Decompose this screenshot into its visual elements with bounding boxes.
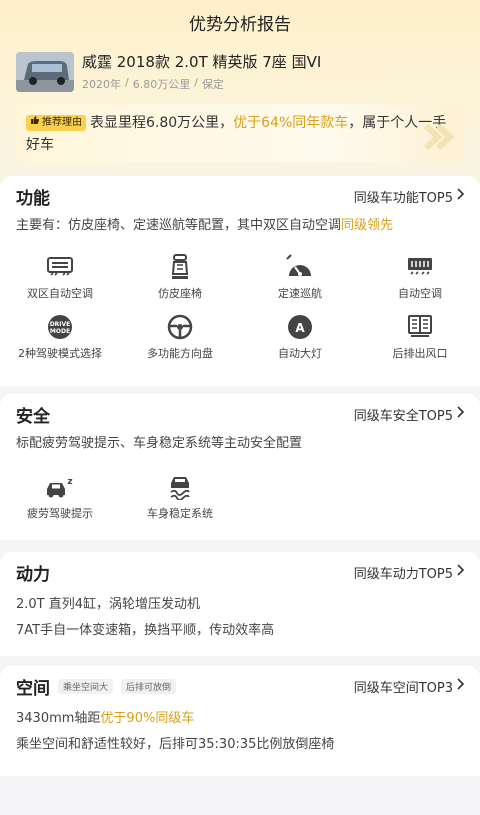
function-section: 功能 同级车功能TOP5 主要有：仿皮座椅、定速巡航等配置，其中双区自动空调同级…: [0, 176, 480, 386]
steering-wheel-icon: [165, 312, 195, 342]
svg-text:z: z: [67, 477, 72, 487]
wheelbase-highlight: 优于90%同级车: [100, 711, 195, 726]
feature-item: A 自动大灯: [240, 312, 360, 372]
car-year: 2020年: [82, 78, 121, 91]
feature-item: 后排出风口: [360, 312, 480, 372]
section-title-text: 空间: [16, 678, 50, 699]
space-section: 空间 乘坐空间大 后排可放倒 同级车空间TOP3 3430mm轴距优于90%同级…: [0, 666, 480, 776]
car-title: 威霆 2018款 2.0T 精英版 7座 国VI: [82, 53, 322, 71]
thumbs-up-icon: [30, 112, 40, 134]
feature-item: DRIVE MODE 2种驾驶模式选择: [0, 312, 120, 372]
feature-item: 自动空调: [360, 252, 480, 312]
car-meta: 2020年 / 6.80万公里 / 保定: [82, 76, 321, 92]
auto-ac-icon: [405, 252, 435, 282]
feature-label: 后排出风口: [392, 347, 448, 360]
page-title: 优势分析报告: [189, 14, 291, 35]
function-top5-link[interactable]: 同级车功能TOP5: [353, 187, 465, 206]
link-label: 同级车动力TOP5: [353, 566, 453, 582]
space-top3-link[interactable]: 同级车空间TOP3: [353, 677, 465, 696]
cruise-control-icon: [285, 252, 315, 282]
chevron-right-icon: [456, 188, 465, 204]
seat-icon: [165, 252, 195, 282]
feature-label: 疲劳驾驶提示: [27, 507, 93, 520]
dual-zone-ac-icon: [45, 252, 75, 282]
feature-label: 双区自动空调: [27, 287, 93, 300]
link-label: 同级车安全TOP5: [353, 408, 453, 424]
feature-label: 自动空调: [398, 287, 442, 300]
safety-section: 安全 同级车安全TOP5 标配疲劳驾驶提示、车身稳定系统等主动安全配置 z 疲劳…: [0, 394, 480, 540]
link-label: 同级车空间TOP3: [353, 680, 453, 696]
feature-item: 仿皮座椅: [120, 252, 240, 312]
desc-text: 主要有：仿皮座椅、定速巡航等配置，其中双区自动空调: [16, 218, 342, 233]
feature-grid: 双区自动空调 仿皮座椅 定速巡航 自动空调 DRIVE MODE 2种驾驶模式选择: [0, 252, 480, 372]
section-description: 主要有：仿皮座椅、定速巡航等配置，其中双区自动空调同级领先: [0, 216, 480, 236]
recommend-badge: 推荐理由: [26, 115, 86, 131]
feature-grid: z 疲劳驾驶提示 车身稳定系统: [0, 472, 480, 532]
space-tag: 后排可放倒: [121, 678, 177, 694]
section-description: 标配疲劳驾驶提示、车身稳定系统等主动安全配置: [16, 436, 303, 451]
space-wheelbase-line: 3430mm轴距优于90%同级车: [0, 708, 480, 730]
svg-text:MODE: MODE: [50, 328, 70, 335]
meta-separator: /: [125, 76, 129, 89]
feature-item: 双区自动空调: [0, 252, 120, 312]
feature-item: 车身稳定系统: [120, 472, 240, 532]
car-thumbnail: [16, 52, 74, 92]
power-gearbox-line: 7AT手自一体变速箱，换挡平顺，传动效率高: [16, 623, 275, 638]
section-title: 功能: [16, 188, 50, 209]
feature-item: z 疲劳驾驶提示: [0, 472, 120, 532]
fatigue-alert-icon: z: [45, 472, 75, 502]
feature-label: 定速巡航: [278, 287, 322, 300]
recommend-badge-label: 推荐理由: [42, 117, 82, 128]
section-title: 空间 乘坐空间大 后排可放倒: [16, 674, 177, 699]
safety-top5-link[interactable]: 同级车安全TOP5: [353, 405, 465, 424]
feature-label: 多功能方向盘: [147, 347, 213, 360]
power-top5-link[interactable]: 同级车动力TOP5: [353, 563, 465, 582]
wheelbase-text: 3430mm轴距: [16, 711, 101, 726]
space-tag: 乘坐空间大: [58, 678, 114, 694]
stability-control-icon: [165, 472, 195, 502]
car-mileage: 6.80万公里: [132, 78, 191, 91]
car-summary[interactable]: 威霆 2018款 2.0T 精英版 7座 国VI 2020年 / 6.80万公里…: [16, 52, 466, 96]
power-engine-line: 2.0T 直列4缸，涡轮增压发动机: [16, 597, 201, 612]
chevron-right-icon: [456, 564, 465, 580]
section-title: 安全: [16, 406, 50, 427]
car-location: 保定: [201, 78, 224, 91]
chevron-right-icon: [456, 678, 465, 694]
reason-highlight: 优于64%同年款车: [233, 115, 349, 131]
svg-text:DRIVE: DRIVE: [50, 321, 71, 328]
svg-text:A: A: [295, 321, 305, 335]
space-comfort-line: 乘坐空间和舒适性较好，后排可35:30:35比例放倒座椅: [16, 737, 335, 752]
feature-label: 2种驾驶模式选择: [18, 347, 102, 360]
auto-headlight-icon: A: [285, 312, 315, 342]
chevron-right-icon: [456, 406, 465, 422]
power-section: 动力 同级车动力TOP5 2.0T 直列4缸，涡轮增压发动机 7AT手自一体变速…: [0, 552, 480, 656]
recommend-reason-card: 推荐理由 表显里程6.80万公里，优于64%同年款车，属于个人一手好车: [16, 104, 464, 162]
feature-label: 车身稳定系统: [147, 507, 213, 520]
feature-label: 自动大灯: [278, 347, 322, 360]
link-label: 同级车功能TOP5: [353, 190, 453, 206]
reason-text-1: 表显里程6.80万公里，: [90, 115, 234, 131]
desc-highlight: 同级领先: [341, 218, 394, 233]
meta-separator: /: [194, 76, 198, 89]
feature-item: 多功能方向盘: [120, 312, 240, 372]
feature-label: 仿皮座椅: [158, 287, 202, 300]
feature-item: 定速巡航: [240, 252, 360, 312]
decorative-chevron-icon: [420, 122, 456, 159]
section-title: 动力: [16, 564, 50, 585]
rear-vent-icon: [405, 312, 435, 342]
drive-mode-icon: DRIVE MODE: [45, 312, 75, 342]
